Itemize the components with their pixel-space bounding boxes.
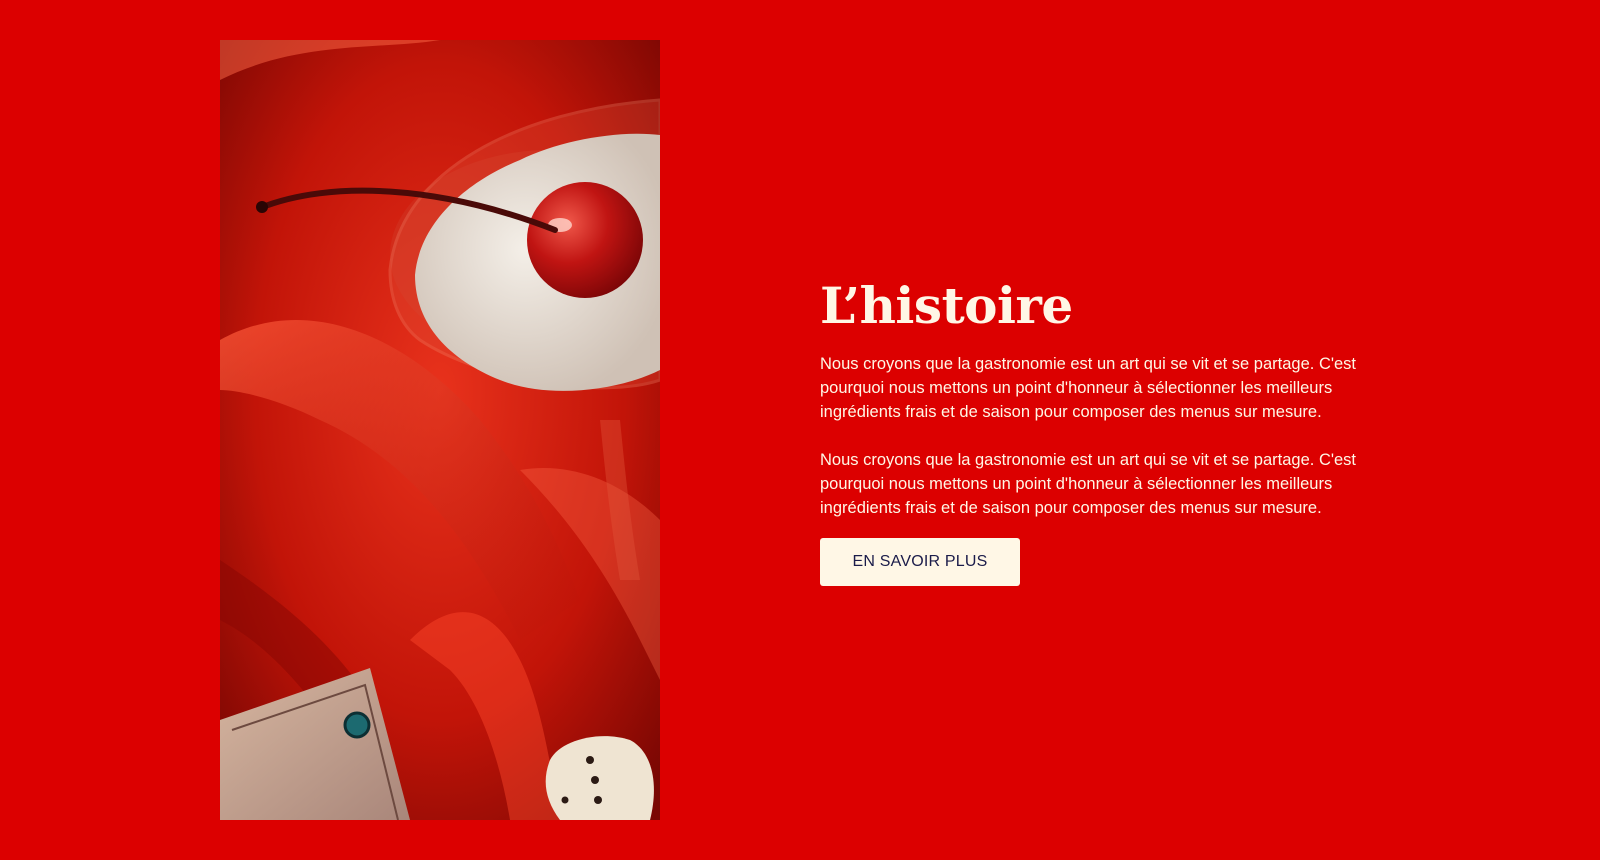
section-title: L’histoire — [820, 276, 1073, 335]
story-paragraph-2: Nous croyons que la gastronomie est un a… — [820, 451, 1357, 517]
dessert-photo-icon — [220, 40, 660, 820]
dessert-photo — [220, 40, 660, 820]
story-section: L’histoire Nous croyons que la gastronom… — [0, 0, 1600, 860]
story-content: L’histoire Nous croyons que la gastronom… — [820, 276, 1390, 586]
story-paragraph-1: Nous croyons que la gastronomie est un a… — [820, 355, 1357, 421]
learn-more-button[interactable]: EN SAVOIR PLUS — [820, 538, 1020, 586]
